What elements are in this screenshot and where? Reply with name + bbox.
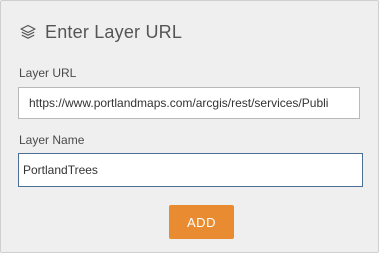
layer-url-input[interactable]: [18, 87, 360, 119]
panel-title: Enter Layer URL: [45, 21, 183, 42]
panel-header: Enter Layer URL: [19, 19, 182, 45]
layer-url-label: Layer URL: [19, 66, 77, 80]
layer-name-input[interactable]: [18, 153, 363, 187]
add-button[interactable]: ADD: [169, 205, 234, 239]
layers-icon: [19, 23, 37, 41]
enter-layer-url-panel: Enter Layer URL Layer URL Layer Name ADD: [0, 0, 379, 253]
layer-name-label: Layer Name: [19, 133, 85, 147]
